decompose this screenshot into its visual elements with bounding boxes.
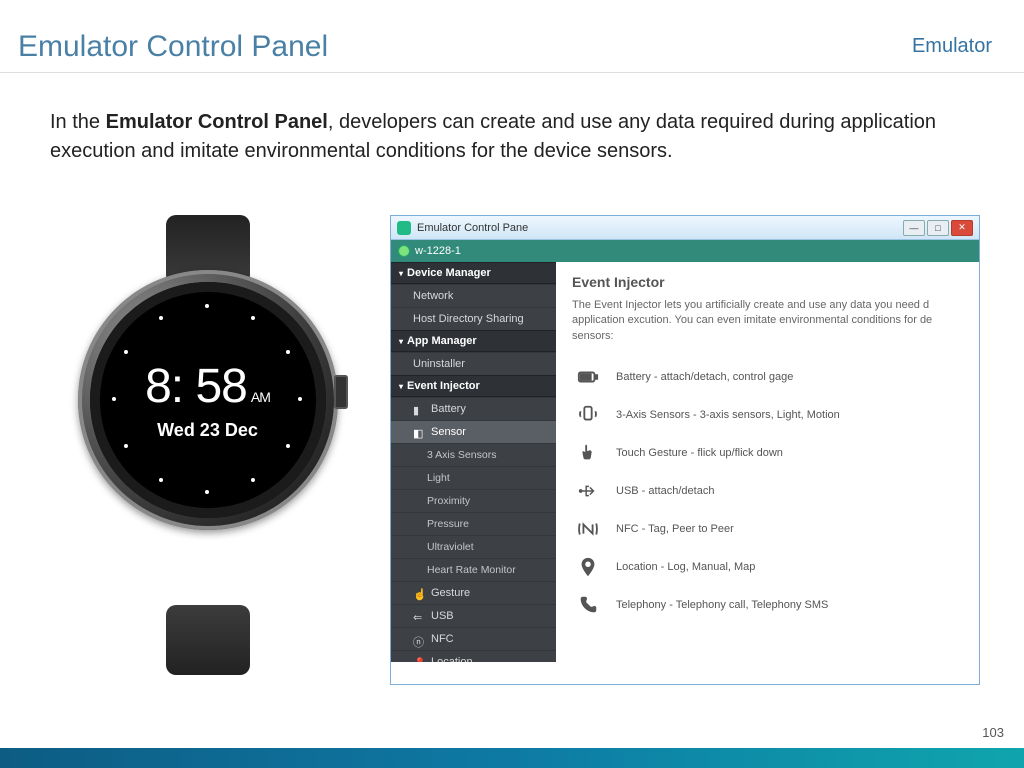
usb-icon <box>574 480 602 502</box>
ecp-vm-bar[interactable]: w-1228-1 <box>391 240 979 262</box>
sidebar-item-label: Heart Rate Monitor <box>427 564 516 576</box>
slide: Emulator Control Panel Emulator In the E… <box>0 0 1024 768</box>
vm-status-dot-icon <box>399 246 409 256</box>
sidebar-subitem-light[interactable]: Light <box>391 466 556 489</box>
injector-label: Touch Gesture - flick up/flick down <box>616 447 783 459</box>
injector-label: Location - Log, Manual, Map <box>616 561 755 573</box>
sidebar-item-label: 3 Axis Sensors <box>427 449 496 461</box>
telephone-icon <box>574 594 602 616</box>
sidebar-item-label: Gesture <box>431 587 470 599</box>
sidebar-item-label: Uninstaller <box>413 358 465 370</box>
header-divider <box>0 72 1024 73</box>
sidebar-item-sensor[interactable]: ◧ Sensor <box>391 420 556 443</box>
watch-face: 8: 58AM Wed 23 Dec <box>106 298 310 502</box>
group-label: Event Injector <box>407 380 480 392</box>
close-button[interactable]: ✕ <box>951 220 973 236</box>
sensor-icon: ◧ <box>413 427 425 437</box>
watch-figure: 8: 58AM Wed 23 Dec <box>50 215 365 685</box>
sidebar-item-network[interactable]: Network <box>391 284 556 307</box>
injector-row-location[interactable]: Location - Log, Manual, Map <box>572 548 963 586</box>
sidebar-subitem-heartrate[interactable]: Heart Rate Monitor <box>391 558 556 581</box>
sidebar-item-label: Network <box>413 290 453 302</box>
injector-label: USB - attach/detach <box>616 485 714 497</box>
ecp-window-title: Emulator Control Pane <box>417 222 528 234</box>
watch-strap-bottom <box>166 605 250 675</box>
sidebar-item-label: Location <box>431 656 473 662</box>
chevron-down-icon: ▾ <box>399 269 403 278</box>
chevron-down-icon: ▾ <box>399 337 403 346</box>
maximize-button[interactable]: □ <box>927 220 949 236</box>
injector-label: Battery - attach/detach, control gage <box>616 371 793 383</box>
smartwatch: 8: 58AM Wed 23 Dec <box>68 215 348 675</box>
location-pin-icon <box>574 556 602 578</box>
sidebar-item-label: Sensor <box>431 426 466 438</box>
ecp-app-icon <box>397 221 411 235</box>
chevron-down-icon: ▾ <box>399 382 403 391</box>
sidebar-group-app-manager[interactable]: ▾ App Manager <box>391 330 556 352</box>
body-prefix: In the <box>50 111 106 133</box>
main-description: The Event Injector lets you artificially… <box>572 298 963 344</box>
injector-label: NFC - Tag, Peer to Peer <box>616 523 734 535</box>
sidebar-item-label: NFC <box>431 633 454 645</box>
sidebar-item-label: Battery <box>431 403 466 415</box>
watch-crown <box>334 375 348 409</box>
ecp-titlebar[interactable]: Emulator Control Pane — □ ✕ <box>391 216 979 240</box>
sidebar-group-event-injector[interactable]: ▾ Event Injector <box>391 375 556 397</box>
injector-row-usb[interactable]: USB - attach/detach <box>572 472 963 510</box>
footer-bar <box>0 748 1024 768</box>
injector-label: Telephony - Telephony call, Telephony SM… <box>616 599 828 611</box>
injector-row-gesture[interactable]: Touch Gesture - flick up/flick down <box>572 434 963 472</box>
group-label: Device Manager <box>407 267 491 279</box>
ecp-sidebar: ▾ Device Manager Network Host Directory S… <box>391 262 556 662</box>
main-heading: Event Injector <box>572 274 963 290</box>
minimize-button[interactable]: — <box>903 220 925 236</box>
figures-row: 8: 58AM Wed 23 Dec <box>50 215 980 685</box>
page-number: 103 <box>982 725 1004 740</box>
sidebar-item-uninstaller[interactable]: Uninstaller <box>391 352 556 375</box>
sidebar-item-host-directory[interactable]: Host Directory Sharing <box>391 307 556 330</box>
injector-row-telephony[interactable]: Telephony - Telephony call, Telephony SM… <box>572 586 963 624</box>
sidebar-item-label: Pressure <box>427 518 469 530</box>
sidebar-group-device-manager[interactable]: ▾ Device Manager <box>391 262 556 284</box>
sidebar-subitem-ultraviolet[interactable]: Ultraviolet <box>391 535 556 558</box>
sidebar-item-gesture[interactable]: ☝ Gesture <box>391 581 556 604</box>
gesture-icon: ☝ <box>413 588 425 598</box>
injector-label: 3-Axis Sensors - 3-axis sensors, Light, … <box>616 409 840 421</box>
window-buttons: — □ ✕ <box>903 220 973 236</box>
battery-icon: ▮ <box>413 404 425 414</box>
ecp-main-panel: Event Injector The Event Injector lets y… <box>556 262 979 662</box>
sidebar-item-usb[interactable]: ⇐ USB <box>391 604 556 627</box>
injector-row-battery[interactable]: Battery - attach/detach, control gage <box>572 358 963 396</box>
injector-row-nfc[interactable]: NFC - Tag, Peer to Peer <box>572 510 963 548</box>
nfc-icon <box>574 518 602 540</box>
location-icon: 📍 <box>413 657 425 662</box>
slide-tag: Emulator <box>912 35 992 58</box>
usb-icon: ⇐ <box>413 611 425 621</box>
touch-gesture-icon <box>574 442 602 464</box>
injector-row-3axis[interactable]: 3-Axis Sensors - 3-axis sensors, Light, … <box>572 396 963 434</box>
sidebar-item-label: Proximity <box>427 495 470 507</box>
sidebar-item-label: Ultraviolet <box>427 541 474 553</box>
ecp-body: ▾ Device Manager Network Host Directory S… <box>391 262 979 662</box>
sidebar-item-label: Host Directory Sharing <box>413 313 524 325</box>
battery-icon <box>574 366 602 388</box>
group-label: App Manager <box>407 335 477 347</box>
sidebar-item-battery[interactable]: ▮ Battery <box>391 397 556 420</box>
slide-body-text: In the Emulator Control Panel, developer… <box>50 108 970 166</box>
ecp-window: Emulator Control Pane — □ ✕ w-1228-1 ▾ De… <box>390 215 980 685</box>
device-motion-icon <box>574 404 602 426</box>
sidebar-item-location[interactable]: 📍 Location <box>391 650 556 662</box>
sidebar-item-label: Light <box>427 472 450 484</box>
slide-title: Emulator Control Panel <box>18 30 328 64</box>
sidebar-item-nfc[interactable]: ⓝ NFC <box>391 627 556 650</box>
sidebar-subitem-proximity[interactable]: Proximity <box>391 489 556 512</box>
watch-tick-dots <box>106 298 310 502</box>
vm-name: w-1228-1 <box>415 245 461 257</box>
body-bold: Emulator Control Panel <box>106 111 328 133</box>
sidebar-subitem-pressure[interactable]: Pressure <box>391 512 556 535</box>
sidebar-subitem-3axis[interactable]: 3 Axis Sensors <box>391 443 556 466</box>
nfc-icon: ⓝ <box>413 634 425 644</box>
sidebar-item-label: USB <box>431 610 454 622</box>
